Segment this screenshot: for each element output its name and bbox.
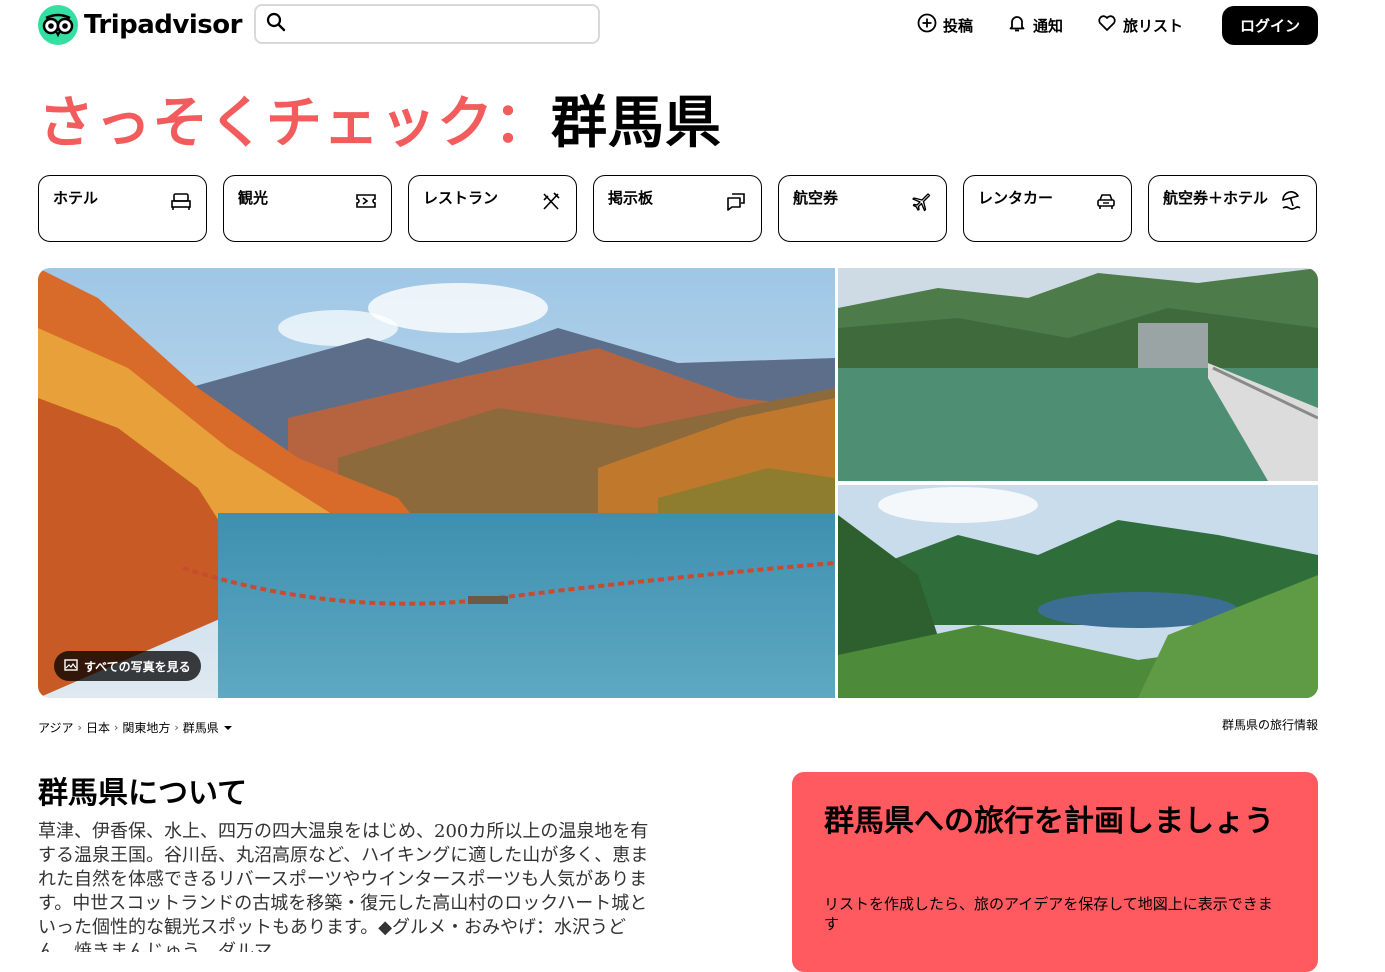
heart-icon bbox=[1097, 13, 1117, 37]
page-title-accent: さっそくチェック： bbox=[38, 91, 551, 156]
main-photo-lake-autumn[interactable] bbox=[38, 268, 835, 698]
travel-info-link[interactable]: 群馬県の旅行情報 bbox=[1222, 716, 1318, 733]
about-description: 草津、伊香保、水上、四万の四大温泉をはじめ、200カ所以上の温泉地を有する温泉王… bbox=[38, 821, 649, 952]
car-icon bbox=[1095, 190, 1117, 212]
brand-name: Tripadvisor bbox=[84, 10, 242, 40]
login-button[interactable]: ログイン bbox=[1222, 6, 1318, 45]
category-flight-hotel[interactable]: 航空券＋ホテル bbox=[1148, 175, 1317, 242]
category-label: 観光 bbox=[238, 189, 269, 207]
breadcrumb: アジア › 日本 › 関東地方 › 群馬県 bbox=[38, 719, 233, 736]
trips-label: 旅リスト bbox=[1123, 16, 1184, 35]
chat-icon bbox=[725, 190, 747, 212]
post-label: 投稿 bbox=[943, 16, 974, 35]
bell-icon bbox=[1007, 13, 1027, 37]
chevron-right-icon: › bbox=[113, 721, 119, 734]
chevron-down-icon[interactable] bbox=[223, 721, 233, 735]
breadcrumb-japan[interactable]: 日本 bbox=[86, 719, 110, 736]
category-forums[interactable]: 掲示板 bbox=[593, 175, 762, 242]
post-button[interactable]: 投稿 bbox=[917, 10, 973, 40]
image-icon bbox=[64, 658, 78, 674]
trips-button[interactable]: 旅リスト bbox=[1097, 10, 1183, 40]
search-icon bbox=[266, 12, 286, 36]
category-label: ホテル bbox=[53, 189, 99, 207]
photo-dam-lake[interactable] bbox=[838, 268, 1318, 481]
breadcrumb-kanto[interactable]: 関東地方 bbox=[122, 719, 170, 736]
category-hotels[interactable]: ホテル bbox=[38, 175, 207, 242]
photo-mountain-lake[interactable] bbox=[838, 485, 1318, 698]
plus-circle-icon bbox=[917, 13, 937, 37]
trip-plan-card[interactable]: 群馬県への旅行を計画しましょう リストを作成したら、旅のアイデアを保存して地図上… bbox=[792, 772, 1318, 972]
category-attractions[interactable]: 観光 bbox=[223, 175, 392, 242]
page-title: さっそくチェック：群馬県 bbox=[38, 84, 722, 164]
page-title-place: 群馬県 bbox=[551, 91, 722, 156]
utensils-icon bbox=[540, 190, 562, 212]
bed-icon bbox=[170, 190, 192, 212]
owl-logo-icon bbox=[38, 5, 78, 45]
category-label: 航空券＋ホテル bbox=[1163, 189, 1269, 207]
category-restaurants[interactable]: レストラン bbox=[408, 175, 577, 242]
category-label: 掲示板 bbox=[608, 189, 654, 207]
notifications-button[interactable]: 通知 bbox=[1007, 10, 1063, 40]
trip-plan-description: リストを作成したら、旅のアイデアを保存して地図上に表示できます bbox=[824, 895, 1273, 933]
ticket-icon bbox=[355, 190, 377, 212]
breadcrumb-asia[interactable]: アジア bbox=[38, 719, 74, 736]
beach-umbrella-icon bbox=[1280, 190, 1302, 212]
see-all-label: すべての写真を見る bbox=[84, 659, 191, 674]
category-flights[interactable]: 航空券 bbox=[778, 175, 947, 242]
category-label: レンタカー bbox=[978, 189, 1054, 207]
see-all-photos-button[interactable]: すべての写真を見る bbox=[54, 651, 201, 681]
category-label: 航空券 bbox=[793, 189, 839, 207]
about-heading: 群馬県について bbox=[38, 776, 248, 811]
trip-plan-heading: 群馬県への旅行を計画しましょう bbox=[824, 804, 1274, 839]
search-box[interactable] bbox=[254, 4, 600, 44]
chevron-right-icon: › bbox=[77, 721, 82, 734]
category-rental-cars[interactable]: レンタカー bbox=[963, 175, 1132, 242]
tripadvisor-logo[interactable]: Tripadvisor bbox=[38, 4, 242, 46]
plane-icon bbox=[910, 190, 932, 212]
notifications-label: 通知 bbox=[1033, 16, 1064, 35]
search-input[interactable] bbox=[292, 15, 598, 33]
breadcrumb-gunma[interactable]: 群馬県 bbox=[183, 719, 219, 736]
chevron-right-icon: › bbox=[174, 721, 179, 734]
category-label: レストラン bbox=[423, 189, 499, 207]
